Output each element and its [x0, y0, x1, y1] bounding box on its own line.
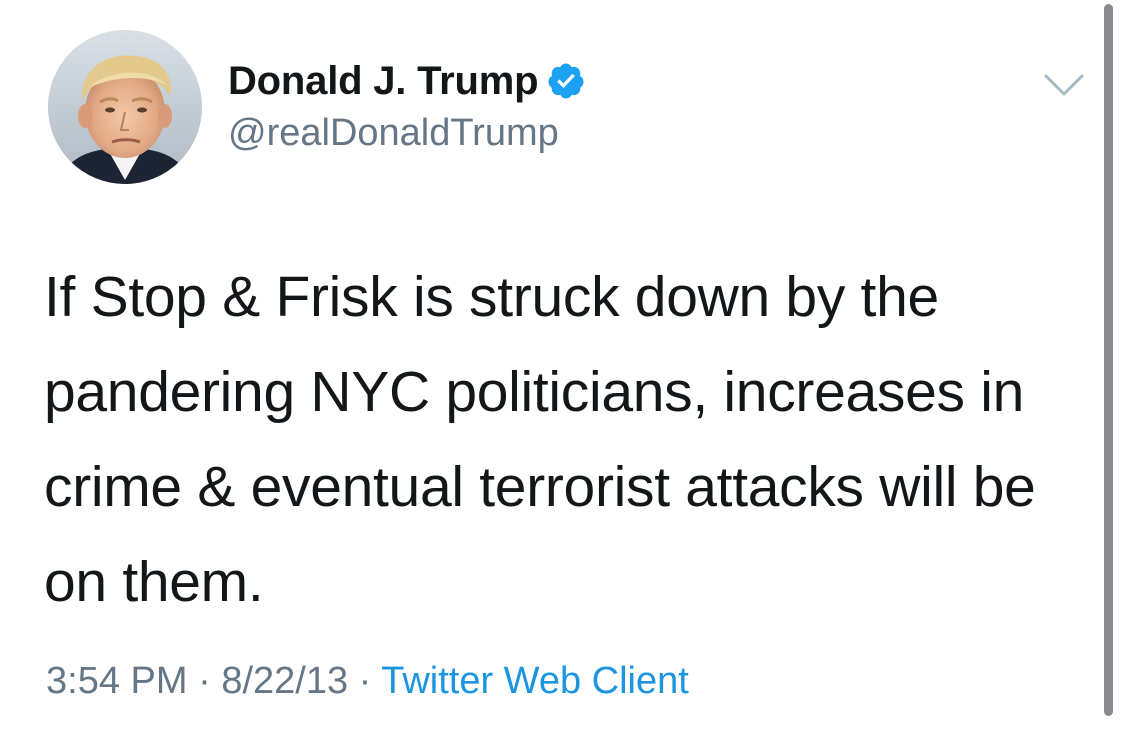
- author-handle[interactable]: @realDonaldTrump: [228, 112, 559, 155]
- scrollbar[interactable]: [1104, 4, 1113, 716]
- tweet-text: If Stop & Frisk is struck down by the pa…: [44, 265, 1036, 614]
- verified-badge-icon: [546, 61, 586, 101]
- profile-photo: [48, 30, 202, 184]
- avatar[interactable]: [48, 30, 202, 184]
- display-name[interactable]: Donald J. Trump: [228, 59, 539, 104]
- tweet-metadata: 3:54 PM · 8/22/13 · Twitter Web Client: [46, 660, 689, 703]
- tweet-time[interactable]: 3:54 PM: [46, 660, 188, 702]
- tweet-card: Donald J. Trump @realDonaldTrump If Stop…: [0, 0, 1125, 747]
- tweet-date[interactable]: 8/22/13: [221, 660, 348, 702]
- author-name-row: Donald J. Trump: [228, 56, 586, 106]
- meta-separator: ·: [348, 660, 382, 702]
- chevron-down-icon[interactable]: [1042, 70, 1086, 100]
- meta-separator: ·: [187, 660, 222, 702]
- tweet-source-link[interactable]: Twitter Web Client: [381, 660, 689, 702]
